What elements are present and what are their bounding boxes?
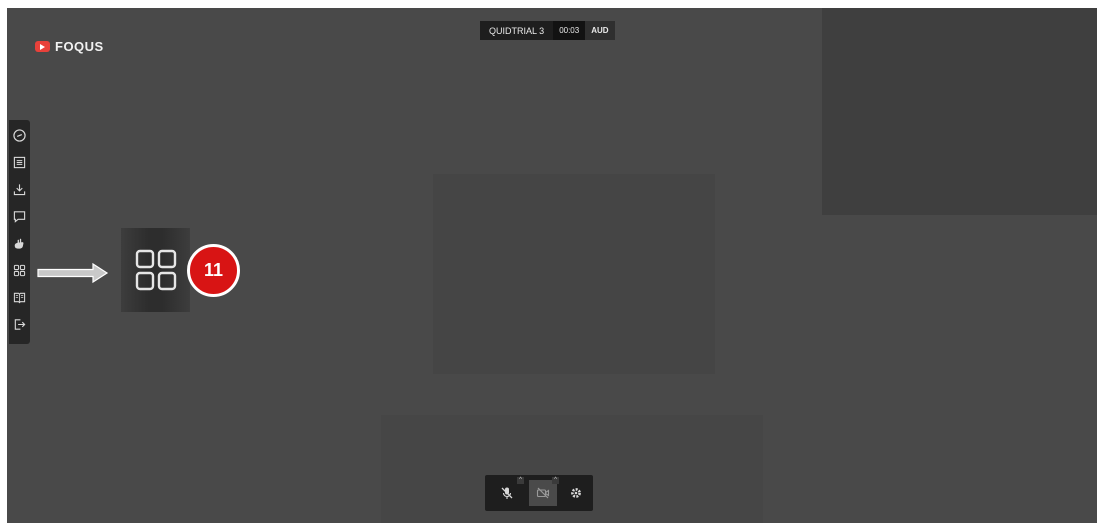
media-controls: ^ ^ [485,475,593,511]
brand-logo: FOQUS [35,39,104,54]
camera-off-icon [536,487,550,499]
hand-icon [14,238,24,249]
callout-layout-zoom [121,228,190,312]
meeting-name: QUIDTRIAL 3 [489,25,545,36]
meeting-stage: FOQUS QUIDTRIAL 3 00:03 AUD 11 ^ ^ [7,8,1097,523]
sidebar-item-reactions[interactable] [12,236,27,251]
sidebar-item-book[interactable] [12,290,27,305]
step-number-badge: 11 [187,244,240,297]
pointer-arrow [37,262,109,284]
sidebar-item-download[interactable] [12,182,27,197]
sidebar-toolbar [9,120,30,344]
logo-play-icon [35,41,50,52]
sidebar-item-layout[interactable] [12,263,27,278]
grid-layout-icon [13,264,26,277]
mic-options-caret[interactable]: ^ [517,477,524,484]
participant-panel-right [822,8,1097,215]
settings-button[interactable] [562,480,590,506]
sidebar-item-chat[interactable] [12,209,27,224]
meeting-timer: 00:03 [553,21,586,40]
chat-icon [13,211,26,223]
grid-layout-icon [135,249,176,291]
list-icon [13,156,26,169]
sidebar-item-list[interactable] [12,155,27,170]
meeting-header: QUIDTRIAL 3 00:03 AUD [480,21,615,40]
book-icon [13,292,26,304]
video-tile-center [433,174,715,374]
link-icon [13,129,26,142]
exit-icon [14,319,26,330]
gear-icon [571,488,581,498]
sidebar-item-exit[interactable] [12,317,27,332]
camera-options-caret[interactable]: ^ [552,477,559,484]
download-icon [13,184,26,196]
sidebar-item-link[interactable] [12,128,27,143]
mic-off-icon [501,487,513,499]
audio-indicator[interactable]: AUD [585,21,615,40]
screenshot-left-margin [0,0,7,523]
brand-name: FOQUS [55,39,104,54]
